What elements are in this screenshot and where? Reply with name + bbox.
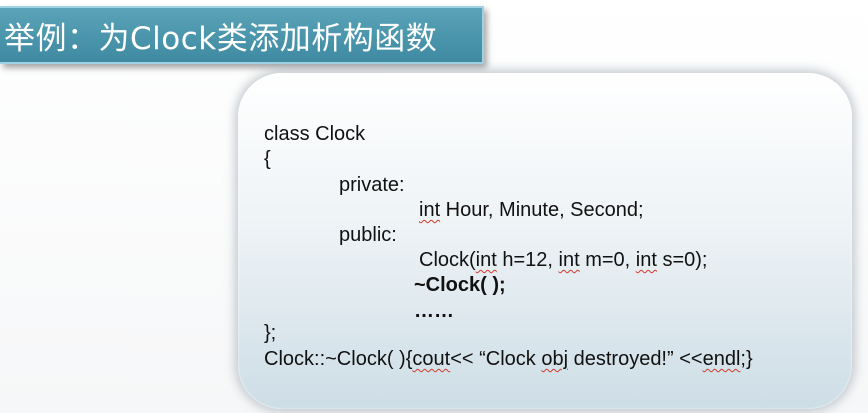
code-text: class Clock	[264, 123, 366, 145]
code-keyword: cout	[412, 348, 451, 370]
code-line-members: int Hour, Minute, Second;	[419, 198, 644, 222]
code-line-constructor: Clock(int h=12, int m=0, int s=0);	[419, 248, 707, 272]
code-line-public: public:	[339, 223, 397, 247]
code-text: ……	[414, 300, 454, 322]
code-line-private: private:	[339, 173, 405, 197]
code-card: class Clock { private: int Hour, Minute,…	[238, 73, 852, 409]
code-text: Hour, Minute, Second;	[440, 199, 644, 221]
code-text: };	[264, 322, 277, 344]
code-text: ~Clock( );	[414, 274, 506, 296]
code-text: << “Clock	[450, 348, 542, 370]
code-line-destructor-def: Clock::~Clock( ){cout<< “Clock obj destr…	[264, 347, 753, 371]
code-line-class-decl: class Clock	[264, 122, 365, 146]
code-keyword: int	[558, 249, 580, 271]
code-keyword: int	[475, 249, 497, 271]
code-line-open-brace: {	[264, 147, 271, 171]
code-text: m=0,	[579, 249, 636, 271]
code-keyword: int	[419, 199, 441, 221]
code-keyword: obj	[541, 348, 569, 370]
title-banner: 举例：为Clock类添加析构函数	[0, 6, 484, 64]
slide: 举例：为Clock类添加析构函数 class Clock { private: …	[0, 0, 868, 413]
code-line-close-brace: };	[264, 321, 276, 345]
slide-title: 举例：为Clock类添加析构函数	[4, 20, 438, 57]
code-text: destroyed!” <<	[568, 348, 703, 370]
code-text: ;}	[740, 348, 753, 370]
code-line-destructor-decl: ~Clock( );	[414, 273, 506, 297]
code-text: public:	[339, 224, 397, 246]
code-keyword: int	[635, 249, 657, 271]
code-text: private:	[339, 174, 405, 196]
code-text: Clock::~Clock( ){	[264, 348, 413, 370]
code-keyword: endl	[702, 348, 741, 370]
code-text: Clock(	[419, 249, 476, 271]
code-text: {	[264, 148, 271, 170]
code-text: h=12,	[496, 249, 559, 271]
code-text: s=0);	[656, 249, 708, 271]
code-line-ellipsis: ……	[414, 299, 454, 323]
